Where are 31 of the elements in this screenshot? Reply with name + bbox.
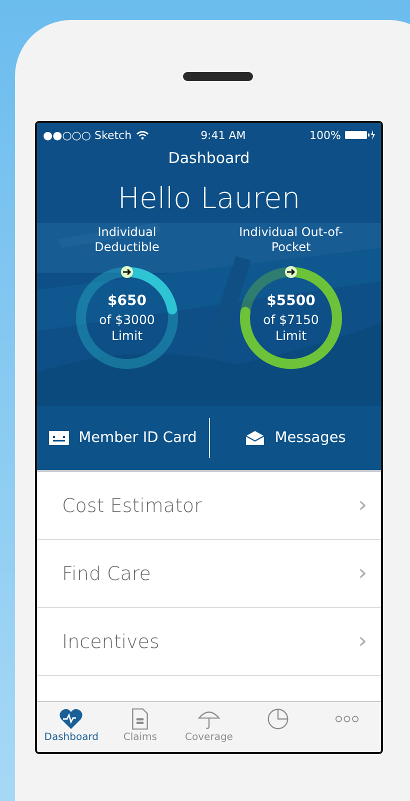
limit-amount: of $7150 — [263, 312, 319, 328]
carrier-signal: ●●○○○ Sketch — [43, 128, 132, 142]
greeting: Hello Lauren — [118, 181, 300, 215]
envelope-icon — [244, 431, 265, 445]
action-button[interactable]: Messages — [210, 406, 381, 470]
menu-label: Cost Estimator — [62, 494, 202, 516]
wifi-icon — [136, 130, 149, 140]
id-card-icon — [48, 431, 69, 445]
battery-percent: 100% — [310, 128, 341, 142]
speaker-grille — [183, 72, 253, 81]
limit-label: Limit — [112, 328, 142, 344]
amount-spent: $650 — [108, 292, 146, 308]
heart-pulse-icon — [59, 708, 84, 730]
battery-icon — [345, 130, 375, 140]
meter-label: Individual Deductible — [94, 225, 160, 256]
tab[interactable]: Claims — [106, 702, 175, 752]
meter-label: Individual Out-of-Pocket — [238, 225, 344, 256]
pie-chart-icon — [266, 708, 290, 730]
chevron-icon: › — [358, 561, 367, 586]
status-time: 9:41 AM — [200, 128, 246, 142]
chevron-icon: › — [358, 629, 367, 654]
menu-label: Incentives — [62, 630, 160, 652]
limit-label: Limit — [276, 328, 306, 344]
chevron-icon: › — [358, 493, 367, 518]
tab[interactable]: Dashboard — [37, 702, 106, 752]
tab[interactable]: Coverage — [174, 702, 244, 752]
amount-spent: $5500 — [266, 292, 316, 308]
screen-title: Dashboard — [168, 149, 250, 167]
menu-label: Find Care — [62, 562, 151, 584]
action-button[interactable]: Member ID Card — [37, 406, 208, 470]
limit-amount: of $3000 — [99, 312, 155, 328]
